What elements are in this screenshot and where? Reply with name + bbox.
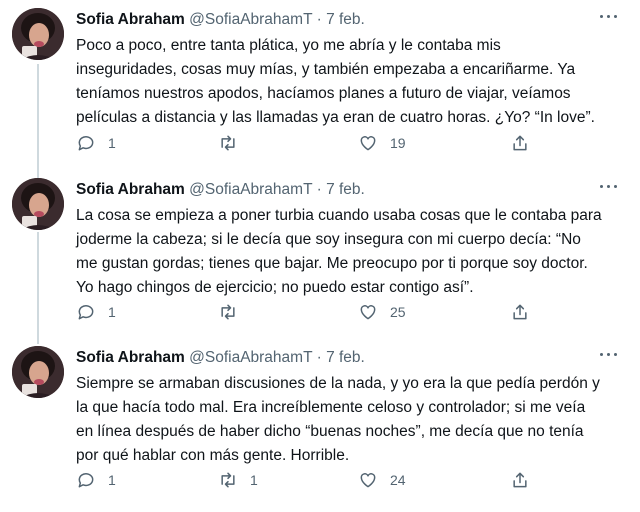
share-button[interactable]: [510, 132, 530, 154]
reply-count: 1: [108, 472, 116, 488]
tweet-actions: 1 25: [76, 301, 546, 323]
reply-icon: [78, 473, 94, 488]
tweet-header: Sofia Abraham @SofiaAbrahamT · 7 feb.: [76, 348, 365, 368]
share-icon: [513, 472, 527, 488]
author-handle[interactable]: @SofiaAbrahamT: [189, 349, 312, 366]
tweet-text-line: Poco a poco, entre tanta plática, yo me …: [76, 37, 501, 54]
reply-icon: [78, 305, 94, 320]
like-button[interactable]: 24: [358, 469, 406, 491]
tweet-header: Sofia Abraham @SofiaAbrahamT · 7 feb.: [76, 180, 365, 200]
like-count: 19: [390, 135, 406, 151]
retweet-button[interactable]: [218, 132, 250, 154]
like-button[interactable]: 19: [358, 132, 406, 154]
share-button[interactable]: [510, 301, 530, 323]
separator-dot: ·: [316, 349, 322, 366]
tweet-thread: Sofia Abraham @SofiaAbrahamT · 7 feb. Po…: [0, 0, 640, 512]
heart-icon: [360, 136, 376, 151]
separator-dot: ·: [316, 11, 322, 28]
author-handle[interactable]: @SofiaAbrahamT: [189, 11, 312, 28]
tweet-actions: 1 19: [76, 132, 546, 154]
retweet-count: 1: [250, 472, 258, 488]
author-name[interactable]: Sofia Abraham: [76, 349, 185, 366]
reply-button[interactable]: 1: [76, 301, 116, 323]
reply-icon: [78, 136, 94, 151]
tweet-text-line: en línea después de haber dicho “buenas …: [76, 423, 584, 440]
tweet-text-line: películas a distancia y las llamadas ya …: [76, 109, 595, 126]
tweet-text: La cosa se empieza a poner turbia cuando…: [76, 204, 624, 300]
avatar[interactable]: [12, 346, 64, 398]
tweet[interactable]: Sofia Abraham @SofiaAbrahamT · 7 feb. La…: [0, 170, 640, 340]
share-icon: [513, 135, 527, 151]
tweet[interactable]: Sofia Abraham @SofiaAbrahamT · 7 feb. Po…: [0, 0, 640, 170]
more-icon[interactable]: [598, 348, 620, 362]
heart-icon: [360, 473, 376, 488]
author-name[interactable]: Sofia Abraham: [76, 181, 185, 198]
tweet-text-line: joderme la cabeza; si le decía que soy i…: [76, 231, 581, 248]
tweet-text-line: inseguridades, cosas muy mías, y también…: [76, 61, 576, 78]
tweet-text-line: Yo hago chingos de ejercicio; no puedo e…: [76, 279, 474, 296]
tweet-date[interactable]: 7 feb.: [326, 349, 365, 366]
tweet-text: Poco a poco, entre tanta plática, yo me …: [76, 34, 624, 130]
author-handle[interactable]: @SofiaAbrahamT: [189, 181, 312, 198]
retweet-button[interactable]: 1: [218, 469, 258, 491]
reply-count: 1: [108, 304, 116, 320]
more-icon[interactable]: [598, 180, 620, 194]
retweet-button[interactable]: [218, 301, 250, 323]
more-icon[interactable]: [598, 10, 620, 24]
tweet-actions: 1 1 24: [76, 469, 546, 491]
separator-dot: ·: [316, 181, 322, 198]
avatar[interactable]: [12, 8, 64, 60]
retweet-icon: [221, 135, 235, 151]
retweet-icon: [221, 304, 235, 320]
tweet-header: Sofia Abraham @SofiaAbrahamT · 7 feb.: [76, 10, 365, 30]
reply-button[interactable]: 1: [76, 132, 116, 154]
like-count: 25: [390, 304, 406, 320]
share-button[interactable]: [510, 469, 530, 491]
reply-button[interactable]: 1: [76, 469, 116, 491]
tweet[interactable]: Sofia Abraham @SofiaAbrahamT · 7 feb. Si…: [0, 338, 640, 512]
tweet-text: Siempre se armaban discusiones de la nad…: [76, 372, 624, 468]
retweet-icon: [221, 472, 235, 488]
like-button[interactable]: 25: [358, 301, 406, 323]
avatar[interactable]: [12, 178, 64, 230]
tweet-text-line: me gustan gordas; tienes que bajar. Me p…: [76, 255, 588, 272]
tweet-text-line: la que hacía todo mal. Era increíblement…: [76, 399, 586, 416]
like-count: 24: [390, 472, 406, 488]
share-icon: [513, 304, 527, 320]
tweet-text-line: por qué hablar con más gente. Horrible.: [76, 447, 350, 464]
tweet-date[interactable]: 7 feb.: [326, 181, 365, 198]
tweet-text-line: Siempre se armaban discusiones de la nad…: [76, 375, 600, 392]
reply-count: 1: [108, 135, 116, 151]
tweet-text-line: teníamos nuestros apodos, hacíamos plane…: [76, 85, 571, 102]
tweet-date[interactable]: 7 feb.: [326, 11, 365, 28]
heart-icon: [360, 305, 376, 320]
author-name[interactable]: Sofia Abraham: [76, 11, 185, 28]
tweet-text-line: La cosa se empieza a poner turbia cuando…: [76, 207, 602, 224]
